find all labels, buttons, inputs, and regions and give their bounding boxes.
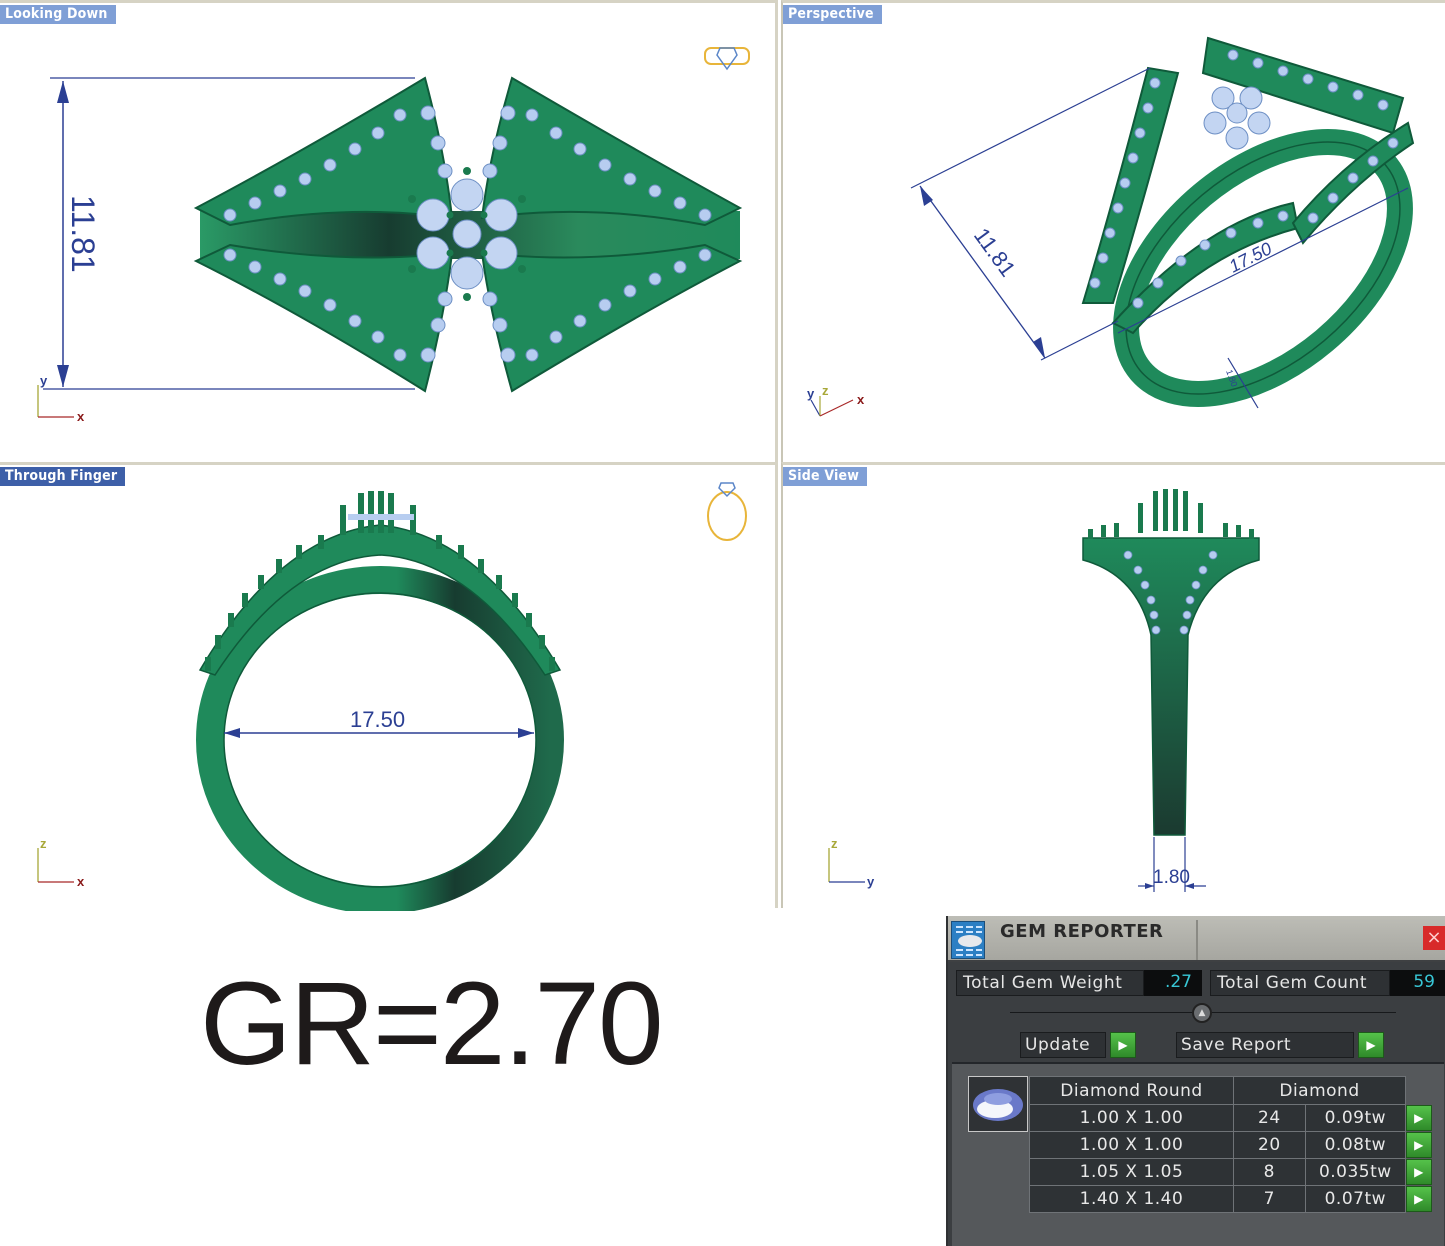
- row-select-play-icon[interactable]: ▶: [1406, 1132, 1432, 1158]
- gem-weight: 0.09tw: [1304, 1104, 1407, 1132]
- axis-indicator: y z x: [807, 383, 865, 417]
- axis-label-y: y: [40, 373, 48, 388]
- dimension-extension-bottom: [1040, 320, 1119, 361]
- viewport-looking-down[interactable]: 11.81 y x Looking Down: [0, 0, 778, 462]
- gem-weight: 0.08tw: [1304, 1131, 1407, 1159]
- axis-indicator: z y: [828, 836, 875, 889]
- dimension-arrow: [1033, 337, 1045, 358]
- prongs: [1088, 489, 1254, 539]
- gem-size: 1.05 X 1.05: [1029, 1158, 1234, 1186]
- viewport-label[interactable]: Perspective: [783, 5, 882, 24]
- gem-count: 8: [1233, 1158, 1306, 1186]
- gem-reporter-body: Total Gem Weight .27 Total Gem Count 59 …: [948, 962, 1445, 1246]
- center-cluster-stones: [1203, 86, 1271, 150]
- header-shape: Diamond Round: [1029, 1076, 1234, 1105]
- gem-table-header: Diamond Round Diamond: [1029, 1076, 1433, 1105]
- row-play-cell[interactable]: ▶: [1406, 1132, 1433, 1159]
- axis-label-x: x: [857, 392, 865, 407]
- update-play-icon[interactable]: ▶: [1110, 1032, 1136, 1058]
- gem-weight: 0.035tw: [1304, 1158, 1407, 1186]
- gem-table-row[interactable]: 1.40 X 1.40 7 0.07tw ▶: [1029, 1185, 1433, 1213]
- viewport-side-view[interactable]: 1.80 z y Side View: [781, 462, 1445, 908]
- viewport-perspective[interactable]: 11.81 17.50 1.80 y z x Perspective: [781, 0, 1445, 462]
- perspective-view-canvas[interactable]: 11.81 17.50 1.80 y z x: [783, 3, 1445, 465]
- gem-size: 1.00 X 1.00: [1029, 1104, 1234, 1132]
- titlebar-separator: [1196, 920, 1198, 960]
- ring-shank-profile: [1082, 537, 1260, 836]
- dimension-arrow: [920, 186, 933, 206]
- collapse-toggle[interactable]: ▲: [1192, 1003, 1212, 1023]
- axis-label-x: x: [77, 874, 85, 889]
- axis-indicator: z x: [37, 836, 85, 889]
- dimension-label: 1.80: [1153, 867, 1190, 888]
- gem-size: 1.00 X 1.00: [1029, 1131, 1234, 1159]
- dimension-label: 17.50: [350, 707, 405, 732]
- center-stone-table: [348, 514, 414, 520]
- row-play-cell[interactable]: ▶: [1406, 1105, 1433, 1132]
- gem-count: 24: [1233, 1104, 1306, 1132]
- shank-inner-edge: [223, 592, 537, 888]
- close-button[interactable]: ×: [1423, 926, 1445, 950]
- dimension-line-height: [919, 185, 1046, 359]
- side-view-canvas[interactable]: 1.80 z y: [783, 465, 1445, 911]
- gem-reporter-titlebar[interactable]: GEM REPORTER ×: [948, 916, 1445, 962]
- dimension-arrow-down: [57, 365, 69, 387]
- total-gem-count-value: 59: [1390, 970, 1445, 996]
- dimension-label-height: 11.81: [969, 223, 1021, 281]
- dimension-arrow-right: [518, 728, 534, 738]
- ring-top-view-icon[interactable]: [704, 47, 750, 71]
- dimension-arrow-left: [224, 728, 240, 738]
- top-view-canvas[interactable]: 11.81 y x: [0, 3, 778, 465]
- row-select-play-icon[interactable]: ▶: [1406, 1105, 1432, 1131]
- axis-label-z: z: [822, 383, 829, 398]
- axis-label-z: z: [831, 836, 838, 851]
- save-report-button[interactable]: Save Report: [1176, 1032, 1354, 1058]
- gem-table-row[interactable]: 1.00 X 1.00 20 0.08tw ▶: [1029, 1131, 1433, 1159]
- gr-annotation: GR=2.70: [200, 958, 664, 1090]
- viewport-label[interactable]: Looking Down: [0, 5, 116, 24]
- row-play-cell[interactable]: ▶: [1406, 1186, 1433, 1213]
- gem-reporter-logo-icon: [951, 921, 985, 959]
- gem-table-row[interactable]: 1.00 X 1.00 24 0.09tw ▶: [1029, 1104, 1433, 1132]
- dimension-extension-top: [910, 67, 1151, 189]
- row-play-cell[interactable]: ▶: [1406, 1159, 1433, 1186]
- gem-reporter-title: GEM REPORTER: [1000, 921, 1164, 942]
- total-gem-count-label: Total Gem Count: [1210, 970, 1390, 996]
- save-report-play-icon[interactable]: ▶: [1358, 1032, 1384, 1058]
- axis-label-y: y: [807, 386, 815, 401]
- gem-weight: 0.07tw: [1304, 1185, 1407, 1213]
- dimension-arrow-up: [57, 81, 69, 103]
- total-gem-weight-label: Total Gem Weight: [956, 970, 1144, 996]
- gem-size: 1.40 X 1.40: [1029, 1185, 1234, 1213]
- viewport-through-finger[interactable]: 17.50 z x Through Finger: [0, 462, 778, 911]
- header-material: Diamond: [1233, 1076, 1406, 1105]
- row-select-play-icon[interactable]: ▶: [1406, 1159, 1432, 1185]
- axis-label-x: x: [77, 409, 85, 424]
- total-gem-weight-value: .27: [1144, 970, 1202, 996]
- dimension-label: 11.81: [65, 195, 101, 273]
- gem-count: 7: [1233, 1185, 1306, 1213]
- gem-count: 20: [1233, 1131, 1306, 1159]
- axis-label-z: z: [40, 836, 47, 851]
- gem-table-area: Diamond Round Diamond 1.00 X 1.00 24 0.0…: [952, 1062, 1444, 1246]
- diamond-gem-icon[interactable]: [968, 1076, 1028, 1132]
- viewport-label[interactable]: Through Finger: [0, 467, 126, 486]
- viewport-label[interactable]: Side View: [783, 467, 868, 486]
- ring-shank: [196, 566, 564, 911]
- gem-table-row[interactable]: 1.05 X 1.05 8 0.035tw ▶: [1029, 1158, 1433, 1186]
- axis-label-y: y: [867, 874, 875, 889]
- front-view-canvas[interactable]: 17.50 z x: [0, 465, 778, 911]
- gem-reporter-panel: GEM REPORTER × Total Gem Weight .27 Tota…: [946, 916, 1445, 1246]
- update-button[interactable]: Update: [1020, 1032, 1106, 1058]
- row-select-play-icon[interactable]: ▶: [1406, 1186, 1432, 1212]
- ring-front-view-icon[interactable]: [707, 482, 747, 541]
- gem-table: Diamond Round Diamond 1.00 X 1.00 24 0.0…: [1029, 1076, 1433, 1213]
